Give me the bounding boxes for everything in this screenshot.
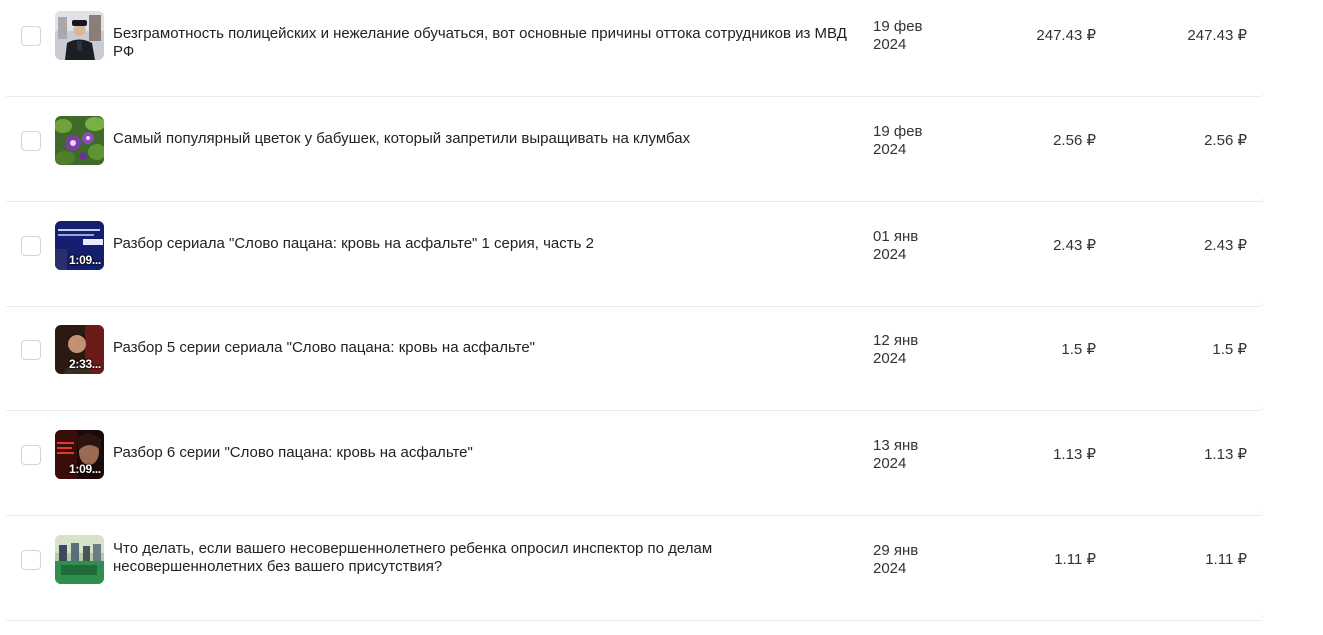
thumbnail[interactable]: 1:09... bbox=[55, 430, 104, 479]
row-checkbox[interactable] bbox=[21, 445, 41, 465]
publish-date-year: 2024 bbox=[873, 141, 907, 158]
income-value: 1.11 ₽ bbox=[1054, 551, 1096, 568]
publish-date: 19 фев 2024 bbox=[873, 123, 923, 159]
thumbnail[interactable] bbox=[55, 116, 104, 165]
income-value: 247.43 ₽ bbox=[1036, 27, 1096, 44]
publish-date-year: 2024 bbox=[873, 36, 907, 53]
thumbnail[interactable]: 1:09... bbox=[55, 221, 104, 270]
thumbnail[interactable] bbox=[55, 535, 104, 584]
total-value: 1.5 ₽ bbox=[1212, 341, 1247, 358]
total-value: 1.13 ₽ bbox=[1204, 446, 1247, 463]
publish-date: 29 янв 2024 bbox=[873, 542, 918, 578]
row-checkbox[interactable] bbox=[21, 26, 41, 46]
publish-date: 01 янв 2024 bbox=[873, 228, 918, 264]
video-title[interactable]: Самый популярный цветок у бабушек, котор… bbox=[113, 130, 858, 148]
duration-label: 1:09... bbox=[69, 462, 101, 476]
table-row[interactable]: 2:33... Разбор 5 серии сериала "Слово па… bbox=[0, 306, 1323, 411]
row-checkbox[interactable] bbox=[21, 131, 41, 151]
thumbnail[interactable]: 2:33... bbox=[55, 325, 104, 374]
publish-date-day: 19 фев bbox=[873, 123, 923, 140]
income-value: 2.56 ₽ bbox=[1053, 132, 1096, 149]
publish-date-day: 12 янв bbox=[873, 332, 919, 349]
income-value: 1.13 ₽ bbox=[1053, 446, 1096, 463]
publish-date-day: 29 янв bbox=[873, 542, 919, 559]
publish-date: 19 фев 2024 bbox=[873, 18, 923, 54]
thumbnail-image-classroom bbox=[55, 535, 104, 584]
video-title[interactable]: Безграмотность полицейских и нежелание о… bbox=[113, 25, 858, 61]
publish-date-day: 19 фев bbox=[873, 18, 923, 35]
content-table: Безграмотность полицейских и нежелание о… bbox=[0, 0, 1323, 635]
publish-date-day: 13 янв bbox=[873, 437, 919, 454]
total-value: 247.43 ₽ bbox=[1187, 27, 1247, 44]
table-row[interactable]: Безграмотность полицейских и нежелание о… bbox=[0, 0, 1323, 97]
total-value: 2.43 ₽ bbox=[1204, 237, 1247, 254]
income-value: 2.43 ₽ bbox=[1053, 237, 1096, 254]
publish-date-day: 01 янв bbox=[873, 228, 919, 245]
table-row[interactable]: Что делать, если вашего несовершеннолетн… bbox=[0, 516, 1323, 621]
publish-date-year: 2024 bbox=[873, 455, 907, 472]
publish-date-year: 2024 bbox=[873, 350, 907, 367]
video-title[interactable]: Разбор сериала "Слово пацана: кровь на а… bbox=[113, 235, 858, 253]
duration-label: 1:09... bbox=[69, 253, 101, 267]
thumbnail[interactable] bbox=[55, 11, 104, 60]
income-value: 1.5 ₽ bbox=[1061, 341, 1096, 358]
publish-date: 12 янв 2024 bbox=[873, 332, 918, 368]
row-checkbox[interactable] bbox=[21, 236, 41, 256]
total-value: 1.11 ₽ bbox=[1205, 551, 1247, 568]
publish-date: 13 янв 2024 bbox=[873, 437, 918, 473]
duration-label: 2:33... bbox=[69, 357, 101, 371]
video-title[interactable]: Разбор 6 серии "Слово пацана: кровь на а… bbox=[113, 444, 858, 462]
video-title[interactable]: Разбор 5 серии сериала "Слово пацана: кр… bbox=[113, 339, 858, 357]
table-row[interactable]: Самый популярный цветок у бабушек, котор… bbox=[0, 97, 1323, 202]
thumbnail-image-flower bbox=[55, 116, 104, 165]
video-title[interactable]: Что делать, если вашего несовершеннолетн… bbox=[113, 540, 858, 576]
publish-date-year: 2024 bbox=[873, 560, 907, 577]
total-value: 2.56 ₽ bbox=[1204, 132, 1247, 149]
thumbnail-image-police bbox=[55, 11, 104, 60]
table-row[interactable]: 1:09... Разбор 6 серии "Слово пацана: кр… bbox=[0, 411, 1323, 516]
row-checkbox[interactable] bbox=[21, 550, 41, 570]
row-checkbox[interactable] bbox=[21, 340, 41, 360]
table-row[interactable]: 1:09... Разбор сериала "Слово пацана: кр… bbox=[0, 202, 1323, 307]
publish-date-year: 2024 bbox=[873, 246, 907, 263]
row-divider bbox=[6, 612, 1263, 621]
